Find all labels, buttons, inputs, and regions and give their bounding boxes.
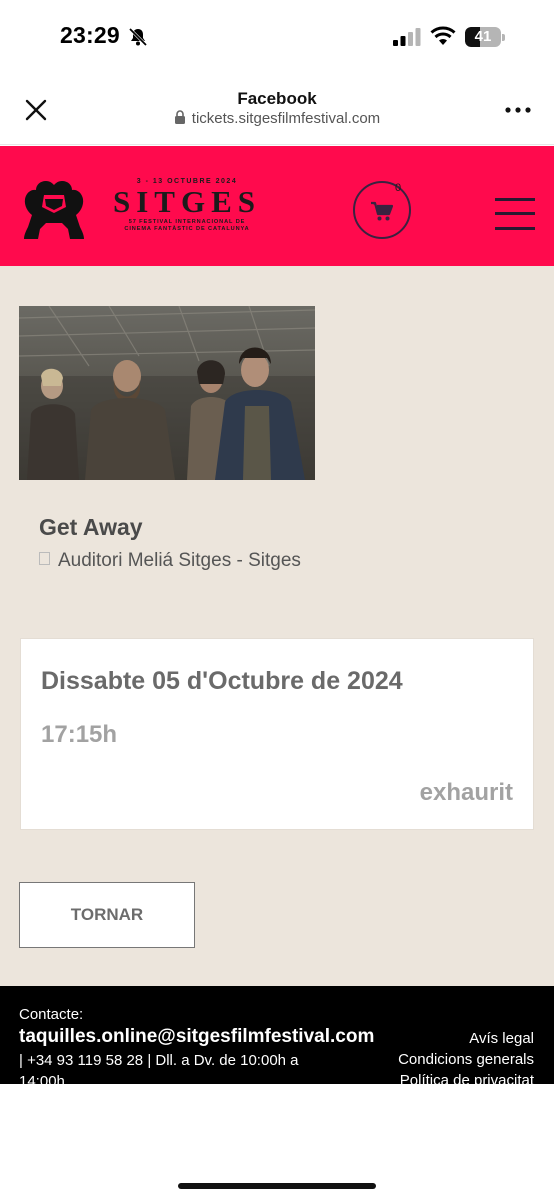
main-content: Get Away Auditori Meliá Sitges - Sitges … [0, 266, 554, 986]
lock-icon [174, 110, 185, 124]
session-status: exhaurit [419, 779, 513, 806]
status-bar: 23:29 41 [0, 0, 554, 75]
wifi-icon [430, 26, 456, 45]
footer-link-legal[interactable]: Avís legal [398, 1028, 534, 1049]
home-indicator [178, 1183, 376, 1189]
browser-header: Facebook tickets.sitgesfilmfestival.com [0, 75, 554, 145]
url-text: tickets.sitgesfilmfestival.com [191, 110, 381, 127]
footer-links: Avís legal Condicions generals Política … [398, 1028, 534, 1084]
site-header: 3 - 13 OCTUBRE 2024 SITGES 57 FESTIVAL I… [0, 146, 554, 266]
venue-name: Auditori Meliá Sitges - Sitges [58, 550, 301, 571]
cart-icon [371, 201, 393, 221]
footer-phone: | +34 93 119 58 28 | Dll. a Dv. de 10:00… [19, 1052, 299, 1084]
footer-contact-label: Contacte: [19, 1006, 84, 1023]
session-date: Dissabte 05 d'Octubre de 2024 [41, 667, 403, 695]
gorilla-logo-icon[interactable] [22, 179, 86, 241]
logo-subtitle-2: CINEMA FANTÀSTIC DE CATALUNYA [124, 226, 250, 232]
footer-link-privacy[interactable]: Política de privacitat [398, 1070, 534, 1084]
battery-level: 41 [474, 28, 492, 45]
film-title: Get Away [39, 514, 143, 540]
footer: Contacte: taquilles.online@sitgesfilmfes… [0, 986, 554, 1084]
session-time: 17:15h [41, 721, 118, 748]
logo-subtitle-1: 57 FESTIVAL INTERNACIONAL DE [128, 219, 246, 225]
logo-name: SITGES [112, 184, 261, 219]
bell-muted-icon [128, 27, 148, 47]
sitges-logo[interactable]: 3 - 13 OCTUBRE 2024 SITGES 57 FESTIVAL I… [104, 178, 270, 233]
cart-count: 0 [395, 182, 402, 194]
signal-icon [393, 28, 421, 46]
footer-link-terms[interactable]: Condicions generals [398, 1049, 534, 1070]
browser-url[interactable]: tickets.sitgesfilmfestival.com [0, 110, 554, 127]
session-card[interactable]: Dissabte 05 d'Octubre de 2024 17:15h exh… [20, 638, 534, 830]
more-options-icon[interactable] [504, 106, 532, 114]
film-still-image[interactable] [19, 306, 315, 480]
browser-title: Facebook [237, 89, 317, 108]
cart-button[interactable] [353, 181, 411, 239]
back-button[interactable]: TORNAR [19, 882, 195, 948]
footer-email-link[interactable]: taquilles.online@sitgesfilmfestival.com [19, 1026, 374, 1048]
hamburger-menu-icon[interactable] [495, 196, 535, 232]
venue: Auditori Meliá Sitges - Sitges [39, 550, 301, 572]
location-icon [39, 552, 50, 565]
status-time: 23:29 [60, 22, 120, 48]
battery-icon: 41 [465, 27, 505, 47]
